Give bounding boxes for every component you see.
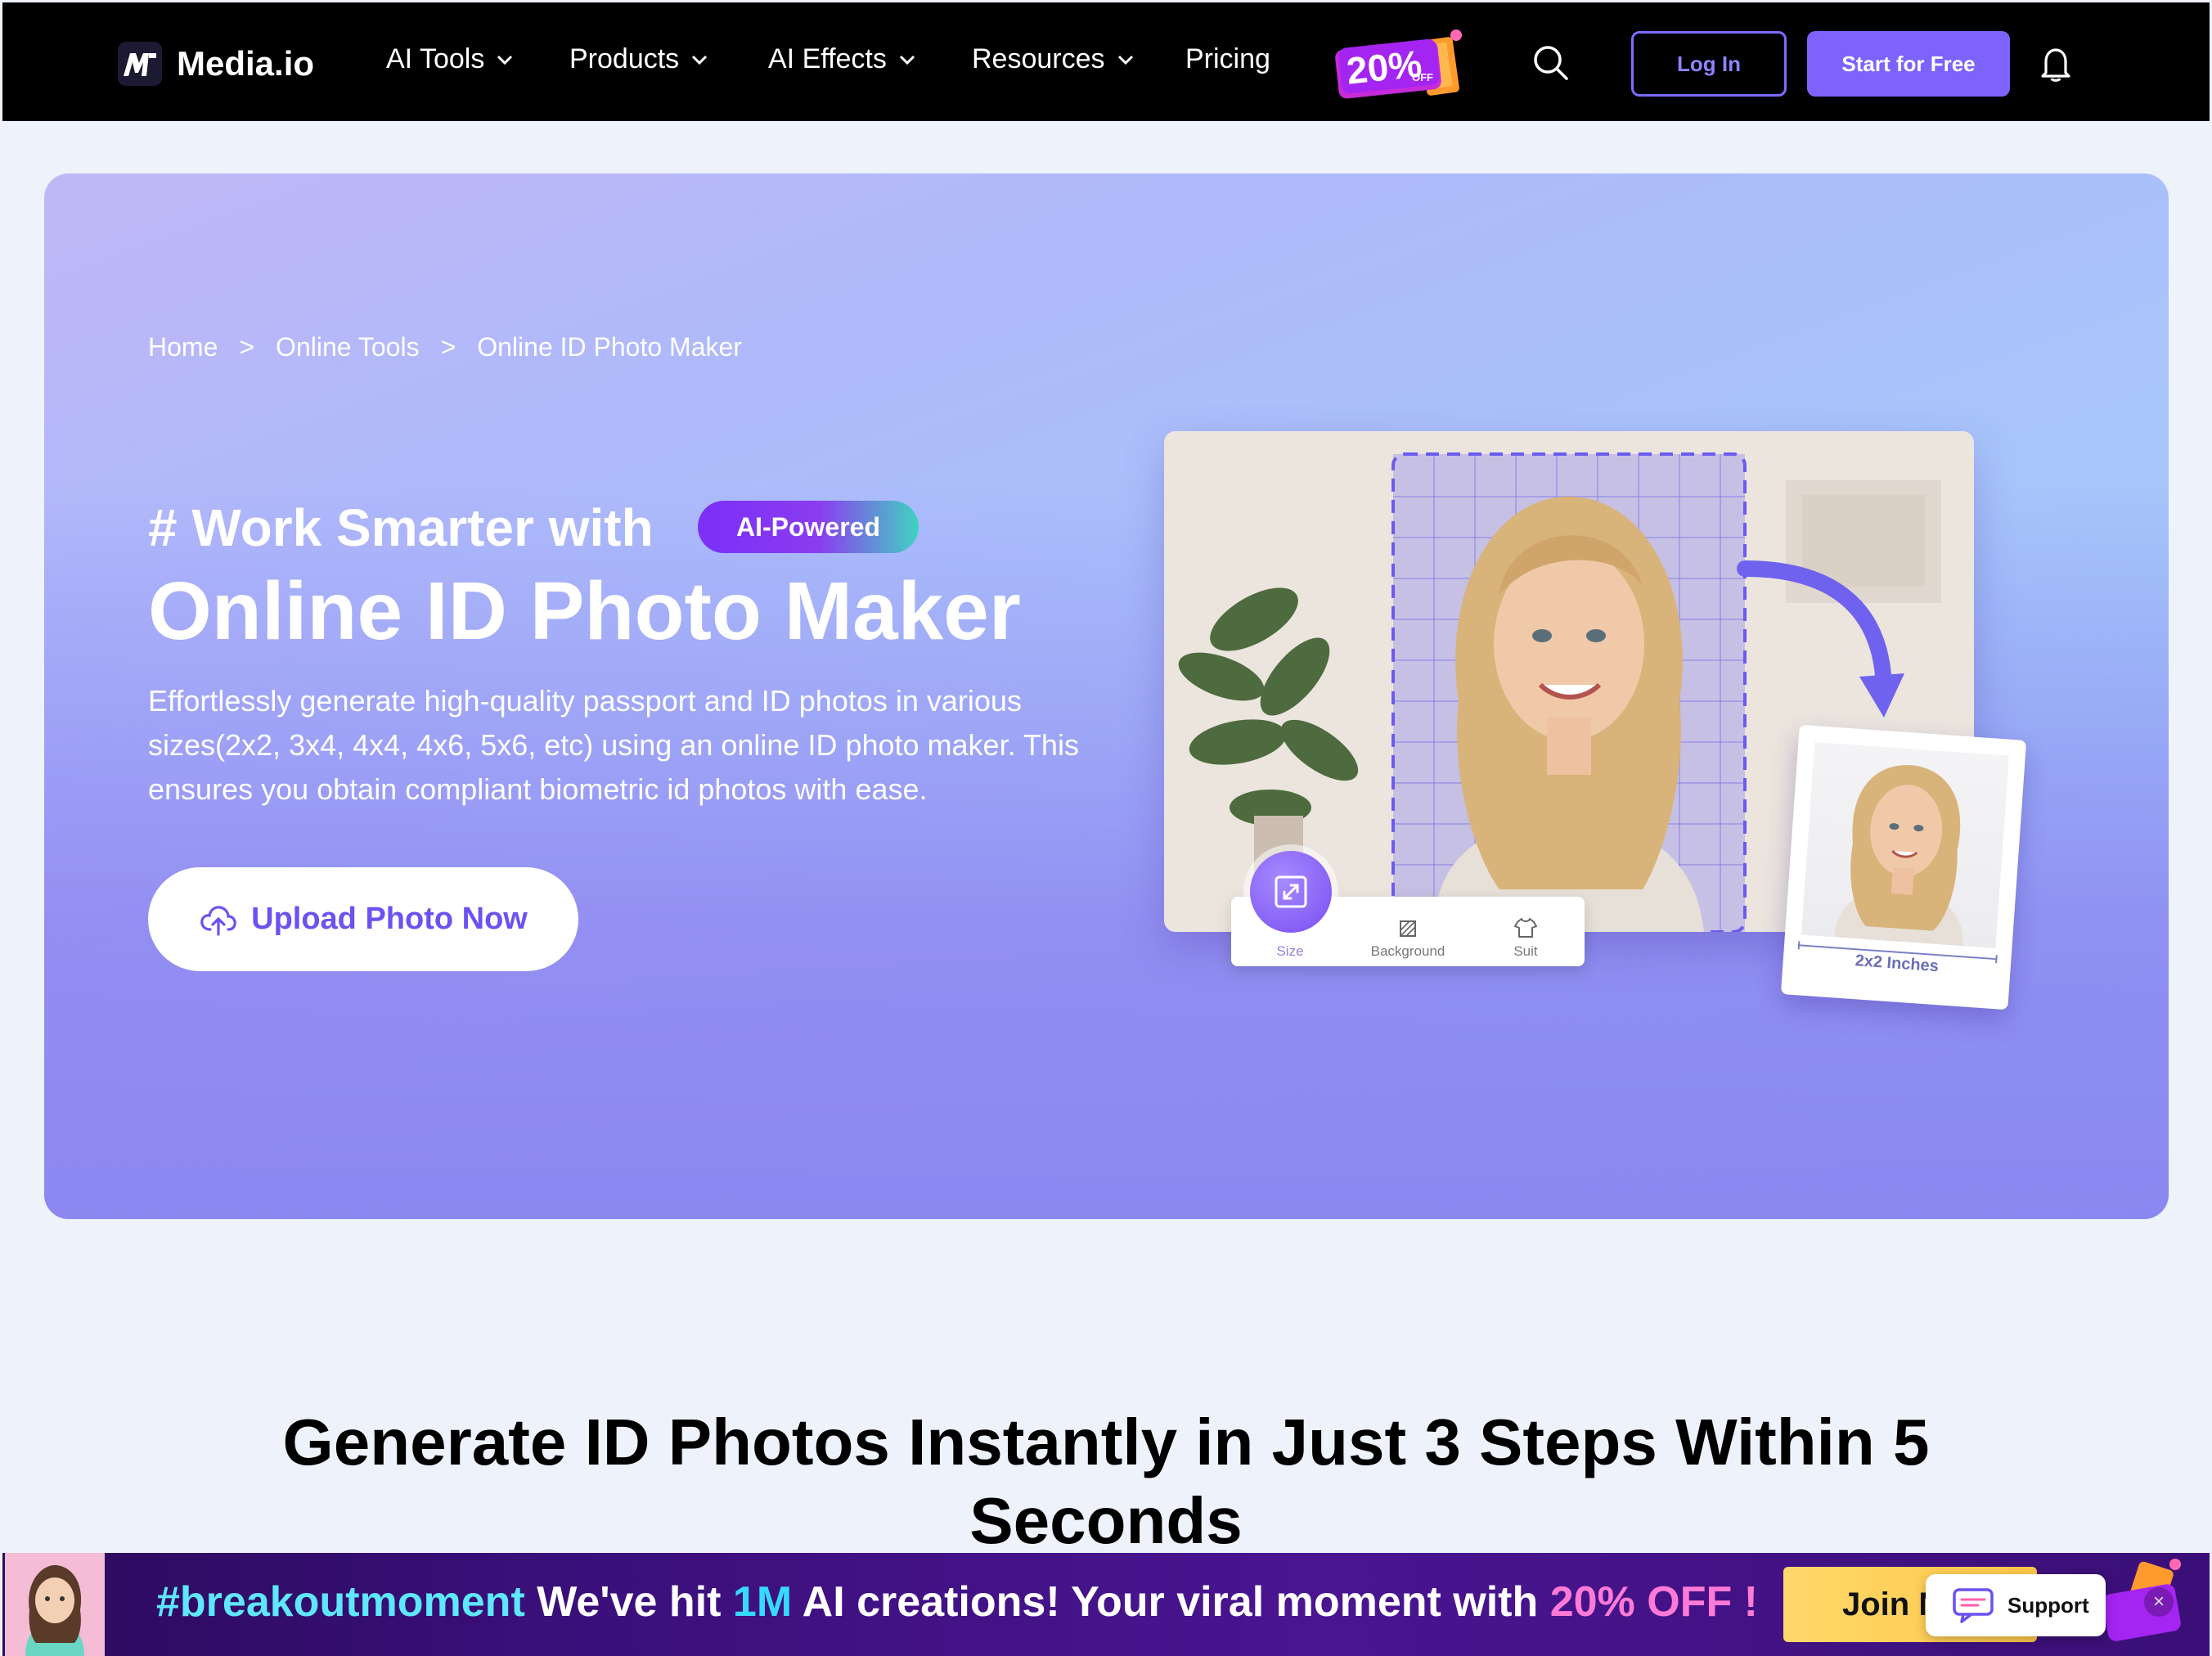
start-for-free-button[interactable]: Start for Free <box>1807 31 2010 97</box>
bell-icon[interactable] <box>2039 45 2072 87</box>
banner-highlight-1m: 1M <box>732 1578 793 1626</box>
logo[interactable]: Media.io <box>118 42 314 86</box>
nav-item-products[interactable]: Products <box>569 43 708 75</box>
promo-discount-badge[interactable]: 20% OFF <box>1332 27 1471 109</box>
chevron-down-icon <box>1117 55 1133 65</box>
banner-highlight-off: 20% OFF ! <box>1549 1578 1758 1626</box>
nav-item-resources[interactable]: Resources <box>972 43 1135 75</box>
breadcrumb-separator: > <box>239 332 255 362</box>
banner-close-icon[interactable]: × <box>2144 1587 2174 1617</box>
tool-size[interactable]: Size <box>1241 943 1339 960</box>
resize-icon[interactable] <box>1250 851 1332 933</box>
banner-hashtag: #breakoutmoment <box>156 1578 525 1626</box>
nav-item-pricing[interactable]: Pricing <box>1185 43 1270 75</box>
nav-label: AI Tools <box>386 43 485 74</box>
result-photo-card: 2x2 Inches <box>1780 724 2027 1010</box>
breadcrumb-online-tools[interactable]: Online Tools <box>276 332 420 362</box>
nav-label: Resources <box>972 43 1105 74</box>
tool-suit[interactable]: Suit <box>1477 917 1575 960</box>
banner-message: #breakoutmoment We've hit 1M AI creation… <box>156 1577 1758 1627</box>
nav-label: AI Effects <box>768 43 887 74</box>
tool-background-label: Background <box>1370 943 1445 959</box>
chat-support-icon <box>1953 1588 1994 1623</box>
chevron-down-icon <box>899 55 915 65</box>
breadcrumb-current: Online ID Photo Maker <box>477 332 742 362</box>
search-icon[interactable] <box>1531 43 1571 87</box>
logo-text: Media.io <box>177 44 315 83</box>
promo-percent: 20% <box>1344 42 1424 92</box>
breadcrumb-home[interactable]: Home <box>148 332 218 362</box>
steps-section-title: Generate ID Photos Instantly in Just 3 S… <box>282 1406 1930 1557</box>
background-icon <box>1400 920 1416 937</box>
page-title: Online ID Photo Maker <box>148 565 1021 657</box>
chevron-down-icon <box>692 55 708 65</box>
ai-powered-badge: AI-Powered <box>698 501 919 553</box>
nav-label: Pricing <box>1185 43 1270 74</box>
cloud-upload-icon <box>200 905 236 936</box>
nav-item-ai-effects[interactable]: AI Effects <box>768 43 916 75</box>
login-button[interactable]: Log In <box>1631 31 1787 97</box>
breadcrumb-separator: > <box>440 332 456 362</box>
logo-mark-icon <box>118 42 162 86</box>
promo-off: OFF <box>1412 71 1433 83</box>
tool-background[interactable]: Background <box>1359 919 1457 960</box>
result-photo <box>1801 742 2009 949</box>
tool-suit-label: Suit <box>1513 943 1538 959</box>
banner-text-b: AI creations! Your viral moment with <box>792 1578 1550 1626</box>
hero-description: Effortlessly generate high-quality passp… <box>148 684 1079 806</box>
upload-photo-button[interactable]: Upload Photo Now <box>148 867 578 971</box>
shirt-icon <box>1514 918 1537 938</box>
nav-item-ai-tools[interactable]: AI Tools <box>386 43 514 75</box>
tool-size-label: Size <box>1276 943 1304 959</box>
breadcrumb: Home > Online Tools > Online ID Photo Ma… <box>148 332 742 362</box>
upload-photo-label: Upload Photo Now <box>251 902 528 936</box>
top-navigation: Media.io AI Tools Products AI Effects Re… <box>2 2 2210 121</box>
banner-avatar <box>5 1553 105 1656</box>
promo-banner[interactable]: #breakoutmoment We've hit 1M AI creation… <box>2 1553 2210 1656</box>
nav-label: Products <box>569 43 680 74</box>
banner-text-a: We've hit <box>524 1578 733 1626</box>
support-button[interactable]: Support <box>1926 1574 2106 1636</box>
hero-kicker: # Work Smarter with <box>148 498 654 557</box>
support-label: Support <box>2007 1592 2089 1618</box>
chevron-down-icon <box>497 55 513 65</box>
